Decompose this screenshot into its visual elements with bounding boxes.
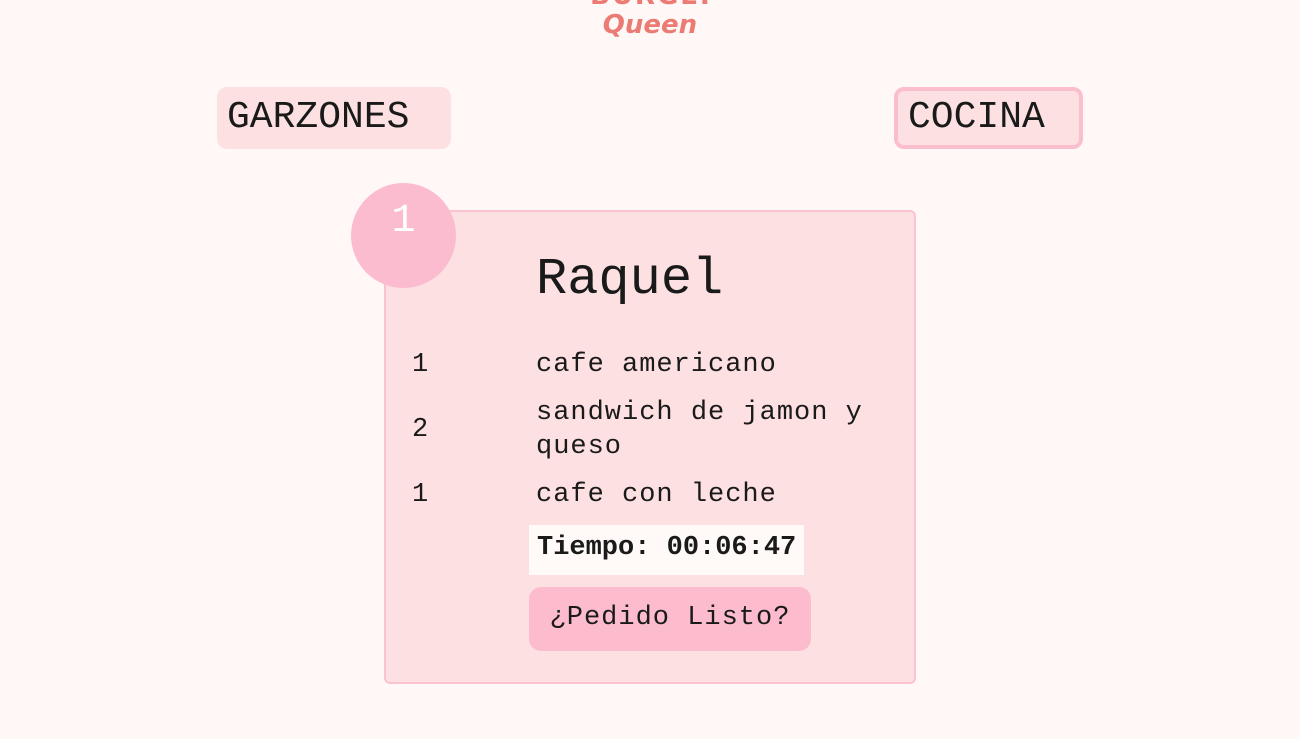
list-item: 1 cafe con leche <box>412 478 892 512</box>
garzones-button[interactable]: GARZONES <box>217 87 451 149</box>
kitchen-page: BURGER Queen GARZONES COCINA 1 Raquel 1 … <box>0 0 1300 739</box>
order-number-badge: 1 <box>351 183 456 288</box>
logo-bottom-text: Queen <box>602 10 698 40</box>
item-quantity: 1 <box>412 480 429 510</box>
item-name: cafe americano <box>536 350 777 380</box>
item-quantity: 1 <box>412 350 429 380</box>
order-ready-button[interactable]: ¿Pedido Listo? <box>529 587 811 651</box>
burger-queen-logo: BURGER Queen <box>590 0 710 46</box>
item-name: cafe con leche <box>536 480 777 510</box>
cocina-button[interactable]: COCINA <box>894 87 1083 149</box>
list-item: 1 cafe americano <box>412 348 892 382</box>
list-item: 2 sandwich de jamon y queso <box>412 396 892 464</box>
order-items-list: 1 cafe americano 2 sandwich de jamon y q… <box>412 348 892 526</box>
item-name: sandwich de jamon y queso <box>536 398 863 462</box>
order-card: Raquel 1 cafe americano 2 sandwich de ja… <box>384 210 916 684</box>
client-name: Raquel <box>536 250 724 309</box>
item-quantity: 2 <box>412 415 429 445</box>
logo-top-text: BURGER <box>590 0 710 10</box>
order-timer: Tiempo: 00:06:47 <box>529 525 805 575</box>
